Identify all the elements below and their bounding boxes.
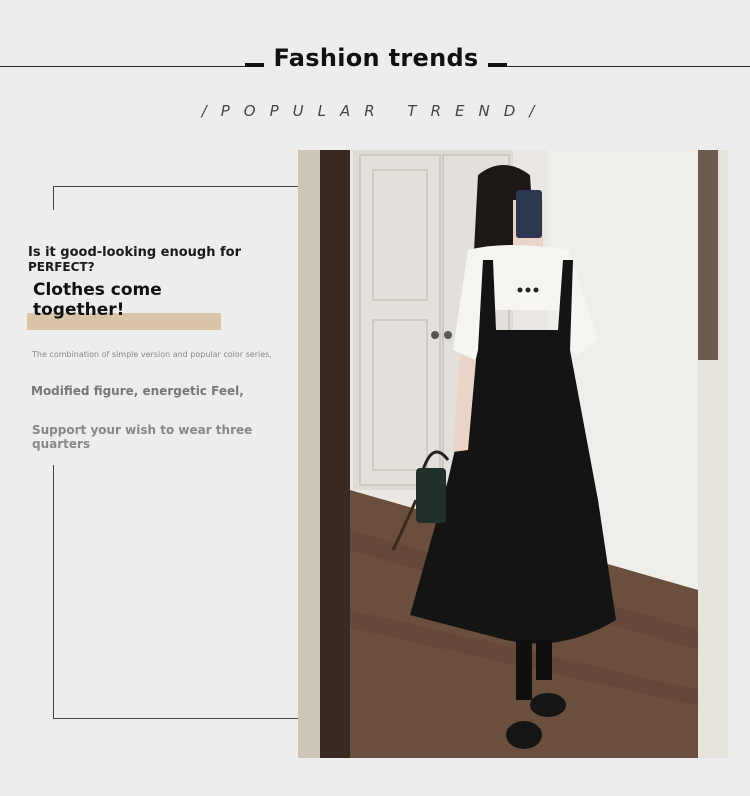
headline: Clothes come together! — [33, 280, 233, 320]
headline-line-1: Clothes come — [33, 280, 162, 300]
description-line-1: The combination of simple version and po… — [32, 350, 272, 359]
frame-line-top — [53, 186, 298, 187]
header-dash-right — [488, 63, 507, 67]
header-line-right — [507, 66, 750, 67]
header-dash-left — [245, 63, 264, 67]
headline-line-2: together! — [33, 300, 125, 320]
frame-line-left-lower — [53, 465, 54, 719]
description-line-2: Modified figure, energetic Feel, — [31, 384, 244, 398]
product-photo-illustration — [298, 150, 728, 758]
frame-line-bottom — [53, 718, 298, 719]
description-line-3: Support your wish to wear three quarters — [32, 423, 253, 451]
product-photo — [298, 150, 728, 758]
page-subtitle: /POPULAR TREND/ — [201, 102, 549, 120]
frame-line-left-upper — [53, 186, 54, 210]
header-line-left — [0, 66, 245, 67]
question-line-1: Is it good-looking enough for — [28, 245, 242, 260]
question-line-2: PERFECT? — [28, 260, 95, 274]
page-title: Fashion trends — [273, 44, 479, 72]
